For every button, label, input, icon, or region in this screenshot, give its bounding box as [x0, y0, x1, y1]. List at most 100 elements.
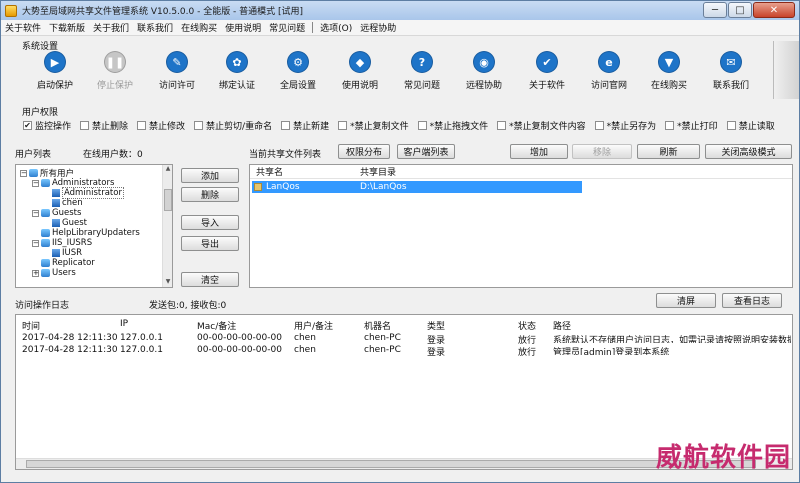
deny-create-checkbox[interactable]: 禁止新建: [281, 119, 329, 132]
scrollbar-thumb[interactable]: [164, 189, 172, 211]
add-share-button[interactable]: 增加: [510, 144, 568, 159]
tree-vertical-scrollbar[interactable]: ▲ ▼: [162, 165, 172, 287]
column-path[interactable]: 路径: [553, 319, 571, 332]
column-ip[interactable]: IP: [120, 319, 128, 329]
column-status[interactable]: 状态: [518, 319, 536, 332]
tree-expander[interactable]: −: [32, 239, 39, 247]
gear-icon: ✿: [226, 51, 248, 73]
menu-options[interactable]: 选项(O): [316, 21, 356, 34]
title-bar[interactable]: 大势至局域网共享文件管理系统 V10.5.0.0 - 全能版 - 普通模式 [试…: [1, 1, 799, 20]
refresh-button[interactable]: 刷新: [637, 144, 700, 159]
tree-node-guest[interactable]: Guest: [52, 218, 87, 228]
view-log-button[interactable]: 查看日志: [722, 293, 782, 308]
settings-icon: ⚙: [287, 51, 309, 73]
tree-node-administrator[interactable]: Administrator: [52, 187, 124, 199]
menu-about-software[interactable]: 关于软件: [1, 21, 45, 34]
monitor-checkbox[interactable]: ✔ 监控操作: [23, 119, 71, 132]
menu-buy-online[interactable]: 在线购买: [177, 21, 221, 34]
check-icon: ✔: [536, 51, 558, 73]
column-type[interactable]: 类型: [427, 319, 445, 332]
remote-assist-button[interactable]: ◉ 远程协助: [454, 51, 514, 91]
tree-node-iusr[interactable]: IUSR: [52, 248, 82, 258]
remove-share-button[interactable]: 移除: [572, 144, 632, 159]
watermark: 威航软件园: [655, 443, 791, 473]
access-permit-button[interactable]: ✎ 访问许可: [147, 51, 207, 91]
add-user-button[interactable]: 添加: [181, 168, 239, 183]
user-tree[interactable]: − 所有用户 − Administrators Administrator chen…: [15, 164, 173, 288]
about-software-button[interactable]: ✔ 关于软件: [517, 51, 577, 91]
column-mac[interactable]: Mac/备注: [197, 319, 236, 332]
scrollbar-thumb[interactable]: [26, 460, 756, 468]
tree-node-all-users[interactable]: − 所有用户: [20, 168, 74, 179]
deny-cut-rename-checkbox[interactable]: 禁止剪切/重命名: [194, 119, 272, 132]
permissions-row: ✔ 监控操作 禁止删除 禁止修改 禁止剪切/重命名 禁止新建 *禁止复制文件 *禁…: [23, 119, 784, 132]
deny-copy-file-checkbox[interactable]: *禁止复制文件: [338, 119, 409, 132]
menu-remote-assist[interactable]: 远程协助: [356, 21, 400, 34]
menu-manual[interactable]: 使用说明: [221, 21, 265, 34]
menu-download[interactable]: 下载新版: [45, 21, 89, 34]
column-share-path[interactable]: 共享目录: [360, 165, 396, 178]
deny-print-checkbox[interactable]: *禁止打印: [665, 119, 718, 132]
user-icon: [52, 219, 60, 227]
deny-read-checkbox[interactable]: 禁止读取: [726, 119, 775, 132]
checkbox-box: [417, 121, 427, 130]
close-advanced-mode-button[interactable]: 关闭高级模式: [705, 144, 792, 159]
tree-expander[interactable]: −: [32, 209, 39, 217]
question-icon: ?: [411, 51, 433, 73]
contact-us-button[interactable]: ✉ 联系我们: [701, 51, 761, 91]
tree-node-chen[interactable]: chen: [52, 198, 83, 208]
scroll-up-icon[interactable]: ▲: [163, 165, 172, 174]
export-button[interactable]: 导出: [181, 236, 239, 251]
bind-auth-button[interactable]: ✿ 绑定认证: [207, 51, 267, 91]
faq-button[interactable]: ? 常见问题: [392, 51, 452, 91]
deny-modify-checkbox[interactable]: 禁止修改: [137, 119, 185, 132]
menu-contact[interactable]: 联系我们: [133, 21, 177, 34]
delete-user-button[interactable]: 删除: [181, 187, 239, 202]
deny-copy-content-checkbox[interactable]: *禁止复制文件内容: [497, 119, 586, 132]
menu-about-us[interactable]: 关于我们: [89, 21, 133, 34]
remote-icon: ◉: [473, 51, 495, 73]
permission-distribution-button[interactable]: 权限分布: [338, 144, 390, 159]
tree-expander[interactable]: −: [20, 169, 27, 177]
visit-website-button[interactable]: e 访问官网: [579, 51, 639, 91]
app-icon: [5, 4, 17, 17]
clear-users-button[interactable]: 清空: [181, 272, 239, 287]
log-cell-mac: 00-00-00-00-00-00: [197, 345, 282, 355]
deny-drag-file-checkbox[interactable]: *禁止拖拽文件: [417, 119, 488, 132]
column-machine[interactable]: 机器名: [364, 319, 391, 332]
global-settings-button[interactable]: ⚙ 全局设置: [268, 51, 328, 91]
log-cell-ip: 127.0.0.1: [120, 345, 163, 355]
column-user[interactable]: 用户/备注: [294, 319, 333, 332]
clear-screen-button[interactable]: 清屏: [656, 293, 716, 308]
column-time[interactable]: 时间: [22, 319, 40, 332]
deny-save-as-checkbox[interactable]: *禁止另存为: [594, 119, 656, 132]
deny-delete-checkbox[interactable]: 禁止删除: [80, 119, 128, 132]
maximize-button[interactable]: □: [728, 2, 752, 18]
tree-node-users[interactable]: + Users: [32, 268, 76, 278]
buy-online-button[interactable]: ▼ 在线购买: [639, 51, 699, 91]
menu-faq[interactable]: 常见问题: [265, 21, 309, 34]
scroll-down-icon[interactable]: ▼: [163, 278, 172, 287]
column-share-name[interactable]: 共享名: [256, 165, 283, 178]
tree-node-guests[interactable]: − Guests: [32, 208, 81, 218]
tree-node-helplibraryupdaters[interactable]: HelpLibraryUpdaters: [41, 228, 140, 238]
minimize-button[interactable]: ─: [703, 2, 727, 18]
share-list[interactable]: 共享名 共享目录 LanQos D:\LanQos: [249, 164, 793, 288]
log-cell-ip: 127.0.0.1: [120, 333, 163, 343]
tree-node-replicator[interactable]: Replicator: [41, 258, 95, 268]
tree-expander[interactable]: +: [32, 269, 39, 277]
client-list-button[interactable]: 客户端列表: [397, 144, 455, 159]
checkbox-box: [281, 121, 291, 130]
tree-expander[interactable]: −: [32, 179, 39, 187]
user-icon: [52, 199, 60, 207]
ie-icon: e: [598, 51, 620, 73]
close-button[interactable]: ✕: [753, 2, 795, 18]
stop-protection-button[interactable]: ❚❚ 停止保护: [85, 51, 145, 91]
start-protection-button[interactable]: ▶ 启动保护: [25, 51, 85, 91]
log-cell-machine: chen-PC: [364, 333, 401, 343]
import-button[interactable]: 导入: [181, 215, 239, 230]
share-row[interactable]: LanQos D:\LanQos: [252, 181, 582, 193]
tree-node-iis-iusrs[interactable]: − IIS_IUSRS: [32, 238, 92, 248]
manual-button[interactable]: ◆ 使用说明: [330, 51, 390, 91]
log-cell-status: 放行: [518, 348, 537, 358]
